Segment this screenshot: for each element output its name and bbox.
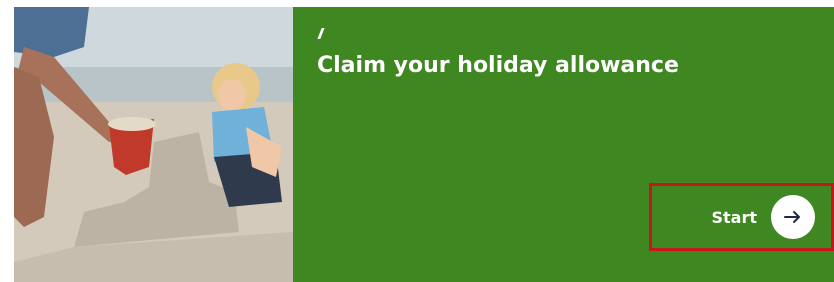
beach-photo (14, 7, 293, 282)
promo-panel: /////// Claim your holiday allowance Sta… (293, 7, 834, 282)
decorative-slashes: /////// (318, 26, 324, 43)
card-title: Claim your holiday allowance (317, 53, 679, 78)
start-button-label: Start (711, 207, 757, 227)
holiday-allowance-card: /////// Claim your holiday allowance Sta… (14, 7, 834, 282)
beach-illustration (14, 7, 293, 282)
arrow-right-icon (771, 195, 815, 239)
start-button[interactable]: Start (649, 183, 834, 251)
